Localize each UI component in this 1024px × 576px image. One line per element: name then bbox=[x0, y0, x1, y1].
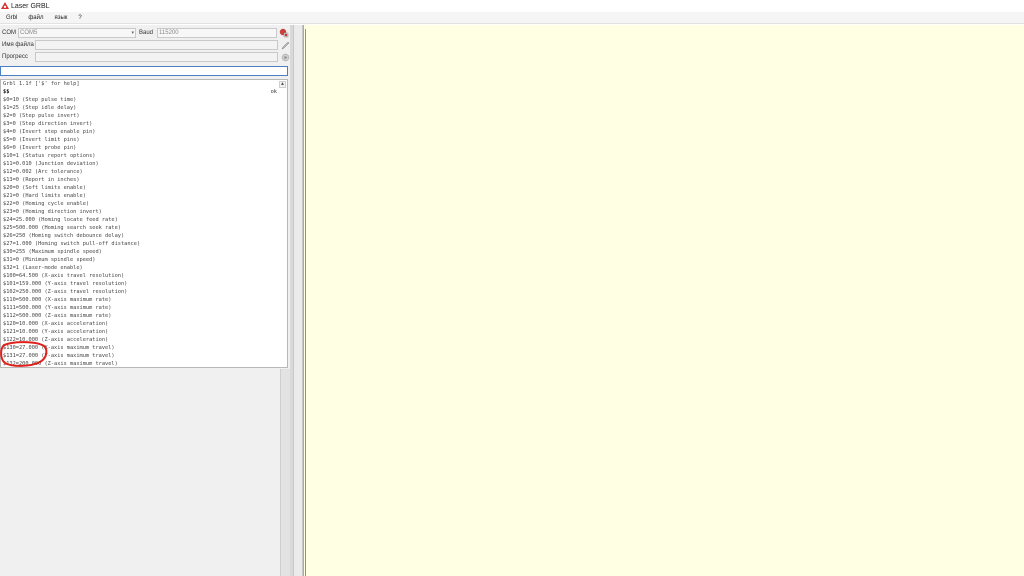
lower-panel bbox=[0, 369, 280, 576]
console-line: $1=25 (Step idle delay) bbox=[3, 105, 77, 111]
menu-grbl[interactable]: Grbl bbox=[6, 15, 17, 21]
console-log: Grbl 1.1f ['$' for help] $$ ok $0=10 (St… bbox=[0, 79, 288, 368]
console-line: $100=64.500 (X-axis travel resolution) bbox=[3, 273, 125, 279]
console-line: $27=1.000 (Homing switch pull-off distan… bbox=[3, 241, 141, 247]
chevron-down-icon: ▾ bbox=[131, 30, 134, 36]
console-line: $21=0 (Hard limits enable) bbox=[3, 193, 86, 199]
laser-icon bbox=[1, 2, 9, 10]
scroll-up-arrow[interactable]: ▲ bbox=[279, 81, 286, 88]
console-line: $24=25.000 (Homing locate feed rate) bbox=[3, 217, 118, 223]
connection-row: COM COM5 ▾ Baud 115200 bbox=[0, 27, 290, 39]
console-line: $6=0 (Invert probe pin) bbox=[3, 145, 77, 151]
file-name-field[interactable] bbox=[34, 40, 279, 50]
console-line: $102=250.000 (Z-axis travel resolution) bbox=[3, 289, 128, 295]
connect-plug-icon[interactable] bbox=[279, 28, 289, 38]
baud-select[interactable]: 115200 bbox=[157, 28, 277, 38]
console-line: $31=0 (Minimum spindle speed) bbox=[3, 257, 96, 263]
progress-label: Прогресс bbox=[2, 54, 28, 60]
console-line: $26=250 (Homing switch debounce delay) bbox=[3, 233, 125, 239]
com-port-value: COM5 bbox=[20, 30, 38, 36]
console-line: $30=255 (Maximum spindle speed) bbox=[3, 249, 102, 255]
console-line: $20=0 (Soft limits enable) bbox=[3, 185, 86, 191]
console-line: $120=10.000 (X-axis acceleration) bbox=[3, 321, 109, 327]
console-line: $110=500.000 (X-axis maximum rate) bbox=[3, 297, 112, 303]
preview-canvas[interactable] bbox=[303, 25, 1024, 576]
console-line: $13=0 (Report in inches) bbox=[3, 177, 80, 183]
pencil-icon[interactable] bbox=[280, 40, 290, 50]
console-line: $12=0.002 (Arc tolerance) bbox=[3, 169, 83, 175]
menu-help[interactable]: ? bbox=[78, 15, 81, 21]
console-line: $5=0 (Invert limit pins) bbox=[3, 137, 80, 143]
console-line: $22=0 (Homing cycle enable) bbox=[3, 201, 90, 207]
console-line: $$ ok bbox=[1, 88, 287, 96]
progress-bar bbox=[34, 52, 279, 62]
console-line: $131=27.000 (Y-axis maximum travel) bbox=[3, 353, 115, 359]
console-line: $10=1 (Status report options) bbox=[3, 153, 96, 159]
console-line: $112=500.000 (Z-axis maximum rate) bbox=[3, 313, 112, 319]
com-label: COM bbox=[2, 30, 16, 36]
console-command: $$ bbox=[3, 89, 10, 95]
baud-label: Baud bbox=[139, 30, 154, 36]
menu-language[interactable]: язык bbox=[54, 15, 67, 21]
console-line: $25=500.000 (Homing search seek rate) bbox=[3, 225, 121, 231]
vertical-scrollbar[interactable] bbox=[293, 25, 303, 576]
console-line: $2=0 (Step pulse invert) bbox=[3, 113, 80, 119]
console-line: $32=1 (Laser-mode enable) bbox=[3, 265, 83, 271]
baud-value: 115200 bbox=[159, 30, 179, 36]
title-bar: Laser GRBL bbox=[0, 0, 1024, 12]
window-title: Laser GRBL bbox=[11, 2, 50, 10]
console-line: Grbl 1.1f ['$' for help] bbox=[3, 81, 80, 87]
console-line: $130=27.000 (X-axis maximum travel) bbox=[3, 345, 115, 351]
console-line: $4=0 (Invert step enable pin) bbox=[3, 129, 96, 135]
console-line: $111=500.000 (Y-axis maximum rate) bbox=[3, 305, 112, 311]
run-icon[interactable] bbox=[280, 52, 290, 62]
ok-response: ok bbox=[270, 89, 277, 95]
console-line: $122=10.000 (Z-axis acceleration) bbox=[3, 337, 109, 343]
com-port-select[interactable]: COM5 ▾ bbox=[18, 28, 136, 38]
console-line: $132=200.000 (Z-axis maximum travel) bbox=[3, 361, 118, 367]
menu-bar: Grbl файл язык ? bbox=[0, 12, 1024, 24]
console-line: $23=0 (Homing direction invert) bbox=[3, 209, 102, 215]
command-input[interactable] bbox=[0, 66, 288, 76]
canvas-axis-line bbox=[305, 29, 306, 576]
console-line: $11=0.010 (Junction deviation) bbox=[3, 161, 99, 167]
console-line: $101=159.000 (Y-axis travel resolution) bbox=[3, 281, 128, 287]
console-line: $121=10.000 (Y-axis acceleration) bbox=[3, 329, 109, 335]
console-line: $3=0 (Step direction invert) bbox=[3, 121, 93, 127]
side-scrollbar[interactable] bbox=[280, 369, 290, 576]
file-name-label: Имя файла bbox=[2, 42, 34, 48]
progress-row: Прогресс bbox=[0, 51, 290, 63]
menu-file[interactable]: файл bbox=[28, 15, 43, 21]
file-row: Имя файла bbox=[0, 39, 290, 51]
console-line: $0=10 (Step pulse time) bbox=[3, 97, 77, 103]
